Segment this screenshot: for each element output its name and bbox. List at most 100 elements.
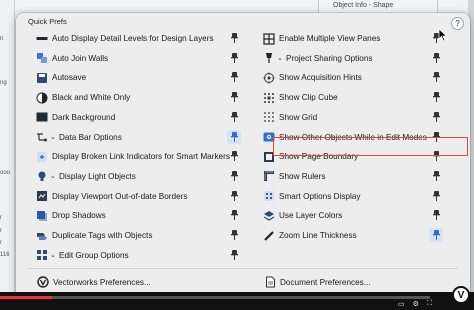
video-progress-bar[interactable] xyxy=(0,296,430,299)
pin-icon[interactable] xyxy=(227,90,241,104)
left-pref-row[interactable]: Display Viewport Out-of-date Borders xyxy=(35,188,243,205)
right-pref-label: Project Sharing Options xyxy=(286,53,373,63)
right-pref-row[interactable]: Smart Options Display xyxy=(262,188,445,205)
mouse-cursor-icon xyxy=(438,28,448,42)
right-pref-row[interactable]: ⌄ Project Sharing Options xyxy=(262,50,445,67)
viewport-borders-icon xyxy=(35,189,49,203)
background-text-fragment: r xyxy=(0,240,2,246)
left-pref-row[interactable]: ⌄ Edit Group Options xyxy=(35,247,243,264)
pin-icon[interactable] xyxy=(227,31,241,45)
help-button[interactable]: ? xyxy=(451,17,464,30)
left-pref-row[interactable]: Display Broken Link Indicators for Smart… xyxy=(35,148,243,165)
left-pref-row[interactable]: Drop Shadows xyxy=(35,207,243,224)
pin-icon[interactable] xyxy=(227,169,241,183)
right-pref-label: Smart Options Display xyxy=(279,191,361,201)
left-pref-label: Display Broken Link Indicators for Smart… xyxy=(52,152,230,162)
left-pref-row[interactable]: Auto Join Walls xyxy=(35,50,243,67)
quick-prefs-title: Quick Prefs xyxy=(28,17,67,26)
zoom-line-icon xyxy=(262,229,276,243)
chevron-down-icon[interactable]: ⌄ xyxy=(50,251,56,259)
left-pref-label: Auto Join Walls xyxy=(52,53,109,63)
chevron-down-icon[interactable]: ⌄ xyxy=(50,172,56,180)
pin-icon[interactable] xyxy=(227,110,241,124)
pin-icon[interactable] xyxy=(227,248,241,262)
pin-icon[interactable] xyxy=(227,149,241,163)
right-pref-row[interactable]: Show Clip Cube xyxy=(262,89,445,106)
object-info-tab[interactable]: Object Info - Shape xyxy=(318,0,438,14)
right-pref-row[interactable]: Enable Multiple View Panes xyxy=(262,30,445,47)
pin-icon[interactable] xyxy=(429,208,443,222)
right-pref-label: Show Clip Cube xyxy=(279,93,338,103)
background-text-fragment: 116 xyxy=(0,252,10,258)
dark-background-icon xyxy=(35,110,49,124)
smart-options-icon xyxy=(262,189,276,203)
pin-icon[interactable] xyxy=(227,228,241,242)
detail-levels-icon xyxy=(35,32,49,46)
project-sharing-icon xyxy=(262,51,276,65)
edit-group-icon xyxy=(35,248,49,262)
pin-icon[interactable] xyxy=(227,129,241,144)
quick-prefs-popover: Quick Prefs ? Auto Display Detail Levels… xyxy=(16,13,470,302)
right-pref-label: Enable Multiple View Panes xyxy=(279,34,381,43)
channel-logo[interactable]: V xyxy=(452,286,470,304)
right-pref-label: Zoom Line Thickness xyxy=(279,231,357,240)
left-pref-label: Drop Shadows xyxy=(52,211,106,221)
pin-icon[interactable] xyxy=(429,110,443,124)
video-controls: ▭ ⚙ ⛶ xyxy=(398,300,432,308)
highlight-box xyxy=(273,137,468,156)
vectorworks-preferences-label: Vectorworks Preferences... xyxy=(53,277,151,287)
pin-icon[interactable] xyxy=(429,90,443,104)
clip-cube-icon xyxy=(262,91,276,105)
pin-icon[interactable] xyxy=(227,189,241,203)
document-preferences-label: Document Preferences... xyxy=(280,277,371,287)
grid-icon xyxy=(262,110,276,124)
pin-icon[interactable] xyxy=(429,189,443,203)
footer-divider xyxy=(28,268,458,269)
drop-shadows-icon xyxy=(35,209,49,223)
view-panes-icon xyxy=(262,32,276,46)
right-pref-row[interactable]: Zoom Line Thickness xyxy=(262,227,445,244)
right-pref-label: Use Layer Colors xyxy=(279,211,343,221)
background-text-fragment: r xyxy=(0,228,2,234)
autosave-icon xyxy=(35,71,49,85)
vectorworks-logo-icon xyxy=(36,275,50,289)
data-bar-icon xyxy=(35,130,49,144)
vectorworks-preferences-button[interactable]: Vectorworks Preferences... xyxy=(36,273,151,291)
settings-icon[interactable]: ⚙ xyxy=(413,300,419,308)
subtitles-icon[interactable]: ▭ xyxy=(398,300,405,308)
chevron-down-icon[interactable]: ⌄ xyxy=(277,54,283,62)
layer-colors-icon xyxy=(262,209,276,223)
pin-icon[interactable] xyxy=(429,228,443,242)
pin-icon[interactable] xyxy=(227,70,241,84)
left-pref-label: Autosave xyxy=(52,73,87,83)
duplicate-tags-icon xyxy=(35,229,49,243)
left-pref-row[interactable]: Black and White Only xyxy=(35,89,243,106)
pin-icon[interactable] xyxy=(227,51,241,65)
pin-icon[interactable] xyxy=(429,70,443,84)
document-icon xyxy=(263,275,277,289)
chevron-down-icon[interactable]: ⌄ xyxy=(50,133,56,141)
left-pref-label: Duplicate Tags with Objects xyxy=(52,231,153,240)
left-pref-row[interactable]: Autosave xyxy=(35,69,243,86)
pin-icon[interactable] xyxy=(429,51,443,65)
left-pref-row[interactable]: Auto Display Detail Levels for Design La… xyxy=(35,30,243,47)
fullscreen-icon[interactable]: ⛶ xyxy=(427,300,432,308)
left-pref-row[interactable]: ⌄ Data Bar Options xyxy=(35,129,243,146)
right-pref-row[interactable]: Show Acquisition Hints xyxy=(262,69,445,86)
left-pref-row[interactable]: Duplicate Tags with Objects xyxy=(35,227,243,244)
left-pref-label: Display Light Objects xyxy=(59,171,136,181)
left-pref-row[interactable]: Dark Background xyxy=(35,109,243,126)
right-pref-label: Show Acquisition Hints xyxy=(279,73,362,83)
background-text-fragment: n xyxy=(0,36,4,42)
left-pref-row[interactable]: ⌄ Display Light Objects xyxy=(35,168,243,185)
document-preferences-button[interactable]: Document Preferences... xyxy=(263,273,371,291)
rulers-icon xyxy=(262,169,276,183)
right-pref-label: Show Grid xyxy=(279,112,318,122)
left-pref-label: Edit Group Options xyxy=(59,250,129,260)
right-pref-row[interactable]: Show Grid xyxy=(262,109,445,126)
right-pref-row[interactable]: Show Rulers xyxy=(262,168,445,185)
pin-icon[interactable] xyxy=(429,169,443,183)
pin-icon[interactable] xyxy=(227,208,241,222)
right-pref-row[interactable]: Use Layer Colors xyxy=(262,207,445,224)
join-walls-icon xyxy=(35,51,49,65)
